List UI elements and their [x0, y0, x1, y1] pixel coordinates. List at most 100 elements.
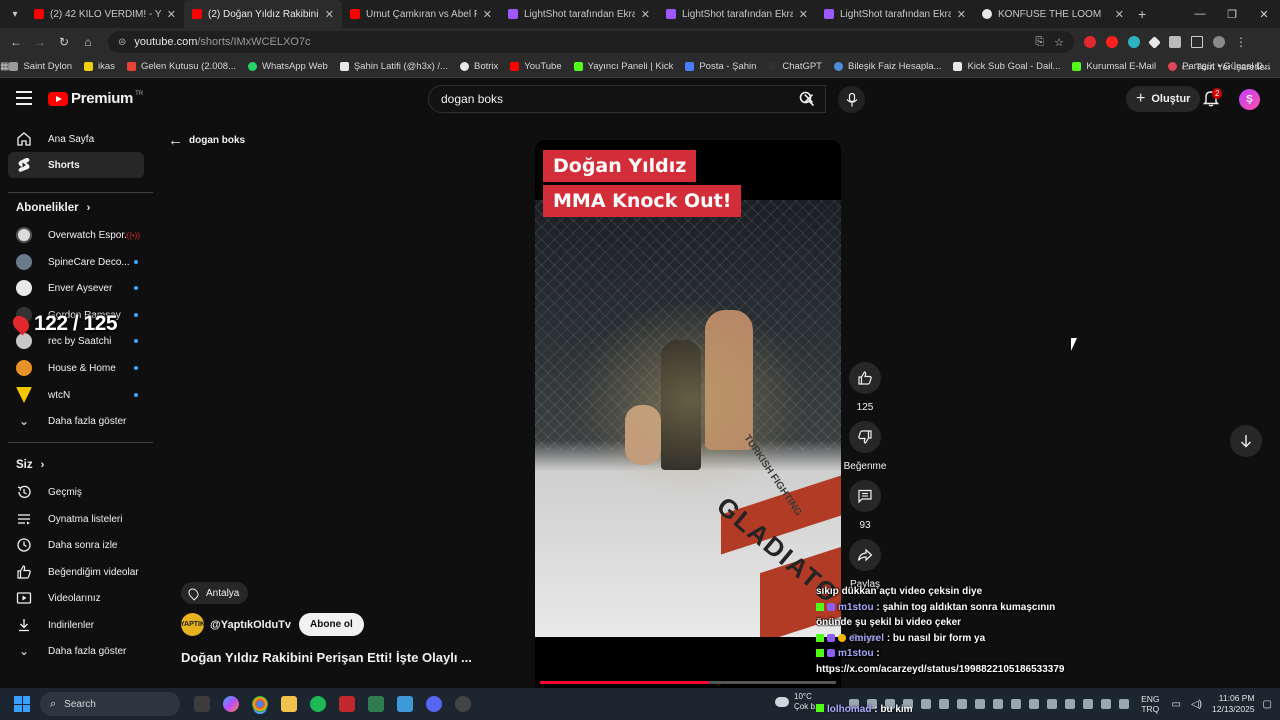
tab-search-button[interactable]: ▾: [4, 3, 26, 25]
browser-tab[interactable]: Umut Çamkıran vs Abel Pesut ✕: [342, 0, 500, 28]
bookmark[interactable]: Posta - Şahin: [685, 61, 756, 72]
window-close-icon[interactable]: ✕: [1248, 8, 1280, 21]
bookmark[interactable]: Kurumsal E-Mail: [1072, 61, 1156, 72]
tray-icon[interactable]: [1083, 699, 1094, 709]
account-avatar[interactable]: Ş: [1239, 89, 1260, 110]
like-action[interactable]: 125: [848, 362, 882, 413]
tray-icon[interactable]: [921, 699, 932, 709]
subscriptions-heading[interactable]: Abonelikler ›: [16, 202, 90, 214]
tray-icon[interactable]: [1065, 699, 1076, 709]
extension-icon[interactable]: [1128, 36, 1140, 48]
puzzle-icon[interactable]: [1169, 36, 1181, 48]
browser-tab[interactable]: LightShot tarafından Ekran Gör ✕: [816, 0, 974, 28]
tray-icon[interactable]: [1011, 699, 1022, 709]
sidebar-item-watch-later[interactable]: Daha sonra izle: [8, 532, 144, 558]
taskbar-search[interactable]: ⌕ Search: [40, 692, 180, 716]
tray-icon[interactable]: [1029, 699, 1040, 709]
app-icon[interactable]: [339, 696, 355, 712]
search-button[interactable]: [788, 85, 826, 113]
extension-icon[interactable]: [1106, 36, 1118, 48]
next-short-button[interactable]: [1230, 425, 1262, 457]
menu-icon[interactable]: [16, 91, 32, 105]
bookmark[interactable]: Botrix: [459, 61, 498, 72]
sidebar-item-history[interactable]: Geçmiş: [8, 479, 144, 505]
back-icon[interactable]: ←: [4, 35, 28, 49]
browser-tab-active[interactable]: (2) Doğan Yıldız Rakibini Pe ✕: [184, 0, 342, 28]
discord-icon[interactable]: [426, 696, 442, 712]
tray-icon[interactable]: [1047, 699, 1058, 709]
share-action[interactable]: Paylaş: [848, 539, 882, 590]
voice-search-button[interactable]: [838, 86, 865, 113]
bookmark[interactable]: WhatsApp Web: [248, 61, 328, 72]
short-video-player[interactable]: TURKISH FIGHTING GLADIATO Doğan Yıldız M…: [535, 140, 841, 688]
task-view-icon[interactable]: [194, 696, 210, 712]
back-to-search[interactable]: ← dogan boks: [168, 132, 245, 149]
chrome-icon[interactable]: [252, 696, 268, 712]
volume-icon[interactable]: ◁): [1191, 699, 1202, 710]
clock[interactable]: 11:06 PM 12/13/2025: [1212, 693, 1255, 715]
bookmark[interactable]: Gelen Kutusu (2.008...: [126, 61, 236, 72]
restore-icon[interactable]: ❐: [1216, 8, 1248, 21]
site-info-icon[interactable]: ⊜: [118, 37, 126, 48]
kebab-menu-icon[interactable]: ⋮: [1235, 35, 1247, 49]
app-icon[interactable]: [397, 696, 413, 712]
you-heading[interactable]: Siz ›: [16, 459, 44, 471]
spotify-icon[interactable]: [310, 696, 326, 712]
bookmark[interactable]: ikas: [84, 61, 115, 72]
notification-center-icon[interactable]: ▢: [1263, 699, 1272, 710]
weather-widget[interactable]: 10°C Çok b...: [775, 692, 822, 712]
media-control-icon[interactable]: [1191, 36, 1203, 48]
close-icon[interactable]: ✕: [641, 8, 650, 21]
sidebar-item-shorts[interactable]: Shorts: [8, 152, 144, 178]
create-button[interactable]: + Oluştur: [1126, 86, 1201, 112]
location-chip[interactable]: Antalya: [181, 582, 249, 604]
comments-action[interactable]: 93: [848, 480, 882, 531]
tray-icon[interactable]: [939, 699, 950, 709]
app-icon[interactable]: [455, 696, 471, 712]
sidebar-item-home[interactable]: Ana Sayfa: [8, 126, 144, 152]
tray-icon[interactable]: [1101, 699, 1112, 709]
reload-icon[interactable]: ↻: [52, 35, 76, 49]
close-icon[interactable]: ✕: [799, 8, 808, 21]
browser-tab[interactable]: LightShot tarafından Ekran Gör ✕: [500, 0, 658, 28]
extension-icon[interactable]: [1084, 36, 1096, 48]
new-tab-button[interactable]: +: [1138, 6, 1146, 22]
browser-tab[interactable]: LightShot tarafından Ekran Gör ✕: [658, 0, 816, 28]
bookmark[interactable]: ChatGPT: [768, 61, 822, 72]
channel-avatar[interactable]: YAPTIK: [180, 613, 205, 636]
sidebar-subscription[interactable]: Overwatch Espor... ((•)): [8, 222, 144, 248]
channel-name[interactable]: @YaptıkOlduTv: [210, 619, 291, 631]
sidebar-item-your-videos[interactable]: Videolarınız: [8, 585, 144, 611]
dislike-action[interactable]: Beğenme: [844, 421, 886, 472]
tray-icon[interactable]: [1119, 699, 1130, 709]
dislike-button[interactable]: [849, 421, 881, 453]
input-language[interactable]: ENG TRQ: [1141, 694, 1159, 714]
excel-icon[interactable]: [368, 696, 384, 712]
bookmark[interactable]: Kick Sub Goal - Dail...: [953, 61, 1060, 72]
apps-grid-icon[interactable]: ▦: [0, 61, 9, 72]
sidebar-subscription[interactable]: Enver Aysever: [8, 275, 144, 301]
browser-tab[interactable]: KONFUSE THE LOOM ✕: [974, 0, 1132, 28]
bookmark[interactable]: Şahin Latifi (@h3x) /...: [339, 61, 448, 72]
subscribe-button[interactable]: Abone ol: [299, 613, 364, 636]
short-title[interactable]: Doğan Yıldız Rakibini Perişan Etti! İşte…: [181, 650, 472, 665]
windows-start-icon[interactable]: [14, 696, 30, 712]
youtube-logo[interactable]: Premium TR: [48, 90, 143, 107]
network-icon[interactable]: ▭: [1172, 699, 1181, 710]
close-icon[interactable]: ✕: [325, 8, 334, 21]
tray-icon[interactable]: [975, 699, 986, 709]
video-progress-bar[interactable]: [540, 681, 836, 684]
show-more-you[interactable]: ⌄ Daha fazla göster: [8, 638, 144, 664]
bookmark[interactable]: Saint Dylon: [9, 61, 72, 72]
search-input[interactable]: dogan boks ✕: [428, 85, 826, 113]
like-button[interactable]: [849, 362, 881, 394]
home-icon[interactable]: ⌂: [76, 35, 100, 49]
bookmark-star-icon[interactable]: ☆: [1054, 36, 1064, 49]
comments-button[interactable]: [849, 480, 881, 512]
bookmark[interactable]: Bileşik Faiz Hesapla...: [834, 61, 941, 72]
tray-icon[interactable]: [957, 699, 968, 709]
sidebar-item-downloads[interactable]: İndirilenler: [8, 612, 144, 638]
bookmark[interactable]: YouTube: [510, 61, 562, 72]
close-icon[interactable]: ✕: [167, 8, 176, 21]
close-icon[interactable]: ✕: [1115, 8, 1124, 21]
